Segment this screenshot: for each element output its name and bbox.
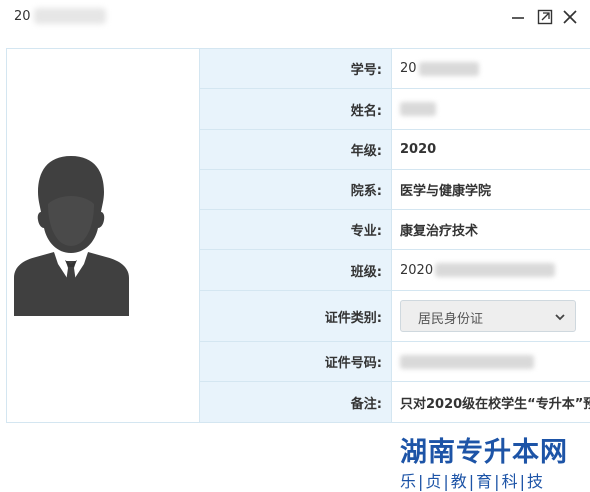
value-id-number [391, 341, 590, 382]
window-titlebar: 20 [0, 0, 590, 37]
value-id-type: 居民身份证 [391, 290, 590, 342]
maximize-icon [537, 9, 553, 25]
watermark-title: 湖南专升本网 [400, 437, 568, 468]
minimize-icon [512, 17, 524, 19]
close-icon [563, 10, 577, 24]
close-button[interactable] [560, 7, 580, 27]
student-info-table: 学号: 20 姓名: 年级: 2020 院系: 医学与健康学院 专业: 康复治疗… [6, 48, 590, 423]
redacted-class [435, 263, 556, 277]
label-remarks: 备注: [199, 381, 392, 423]
value-remarks: 只对2020级在校学生“专升本”预 [391, 381, 590, 423]
student-avatar [14, 156, 129, 316]
window-title: 20 [14, 9, 31, 24]
student-id-prefix: 20 [400, 61, 417, 76]
window-title-redacted [34, 8, 106, 24]
class-prefix: 2020 [400, 262, 434, 278]
value-name [391, 88, 590, 130]
label-name: 姓名: [199, 88, 392, 130]
redacted-name [400, 102, 436, 116]
user-silhouette-icon [14, 156, 129, 316]
maximize-button[interactable] [535, 7, 555, 27]
row-student-id: 学号: 20 [6, 48, 590, 423]
value-major: 康复治疗技术 [391, 209, 590, 250]
value-student-id: 20 [391, 48, 590, 89]
id-type-select[interactable]: 居民身份证 [400, 300, 576, 332]
photo-cell [6, 48, 200, 423]
label-id-number: 证件号码: [199, 341, 392, 382]
id-type-selected-value: 居民身份证 [418, 312, 484, 327]
label-id-type: 证件类别: [199, 290, 392, 342]
site-watermark: 湖南专升本网 乐|贞|教|育|科|技 [398, 430, 588, 491]
redacted-id-number [400, 354, 534, 369]
label-student-id: 学号: [199, 48, 392, 89]
redacted-student-id [418, 61, 479, 76]
watermark-subtitle: 乐|贞|教|育|科|技 [400, 472, 545, 491]
chevron-down-icon [555, 314, 565, 321]
value-grade: 2020 [391, 129, 590, 170]
value-class: 2020 [391, 249, 590, 291]
label-grade: 年级: [199, 129, 392, 170]
label-major: 专业: [199, 209, 392, 250]
label-class: 班级: [199, 249, 392, 291]
minimize-button[interactable] [508, 7, 528, 27]
label-department: 院系: [199, 169, 392, 210]
value-department: 医学与健康学院 [391, 169, 590, 210]
